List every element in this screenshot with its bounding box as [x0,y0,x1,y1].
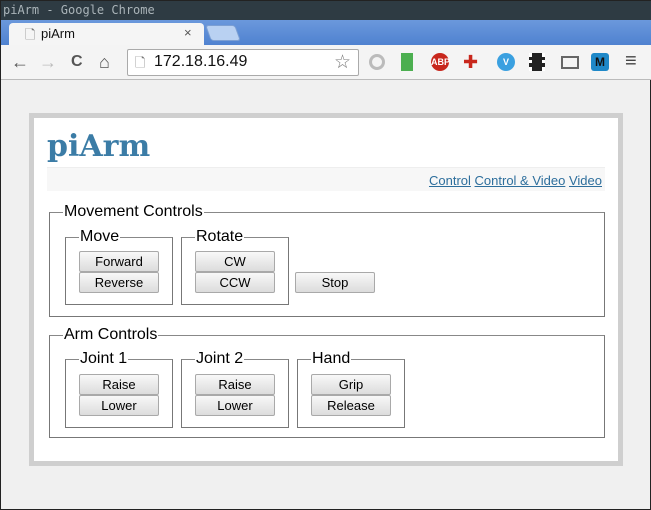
new-tab-button[interactable] [205,25,241,41]
tab-label: piArm [41,26,75,41]
m-icon[interactable]: M [591,53,609,71]
menu-icon[interactable]: ≡ [625,50,637,72]
joint2-legend: Joint 2 [195,350,245,368]
extension-icon[interactable] [401,53,413,71]
page-info-icon[interactable]: 🗋 [135,54,145,76]
joint2-raise-button[interactable]: Raise [195,374,275,395]
forward-button[interactable]: Forward [79,251,159,272]
logo: piArm [47,129,151,164]
abp-icon[interactable]: ABP [431,53,450,71]
nav-link-control[interactable]: Control [429,173,471,188]
url-text[interactable]: 172.18.16.49 [154,52,247,72]
arm-controls-legend: Arm Controls [63,326,159,344]
hand-legend: Hand [311,350,352,368]
vimeo-icon[interactable]: V [497,53,515,71]
reverse-button[interactable]: Reverse [79,272,159,293]
joint1-lower-button[interactable]: Lower [79,395,159,416]
forward-icon[interactable]: → [39,51,57,73]
nav-link-video[interactable]: Video [569,173,602,188]
ccw-button[interactable]: CCW [195,272,275,293]
reload-icon[interactable]: C [71,51,83,73]
window-title: piArm - Google Chrome [3,3,155,17]
move-legend: Move [79,228,121,246]
cast-icon[interactable] [561,56,579,69]
nav-link-control-video[interactable]: Control & Video [475,173,566,188]
tab-close-icon[interactable]: × [184,25,192,40]
tab-piarm[interactable] [9,23,204,46]
joint2-lower-button[interactable]: Lower [195,395,275,416]
grip-button[interactable]: Grip [311,374,391,395]
film-icon[interactable] [529,53,545,71]
back-icon[interactable]: ← [11,51,29,73]
joint1-legend: Joint 1 [79,350,129,368]
bookmark-star-icon[interactable]: ☆ [334,51,351,74]
rotate-legend: Rotate [195,228,245,246]
nav-links: Control Control & Video Video [429,173,602,188]
window-title-bar: piArm - Google Chrome [1,1,651,20]
clock-extension-icon[interactable]: ✚ [463,53,478,71]
joint1-raise-button[interactable]: Raise [79,374,159,395]
cw-button[interactable]: CW [195,251,275,272]
home-icon[interactable]: ⌂ [99,51,110,73]
stop-button[interactable]: Stop [295,272,375,293]
search-extension-icon[interactable] [369,54,385,70]
movement-controls-legend: Movement Controls [63,203,204,221]
release-button[interactable]: Release [311,395,391,416]
